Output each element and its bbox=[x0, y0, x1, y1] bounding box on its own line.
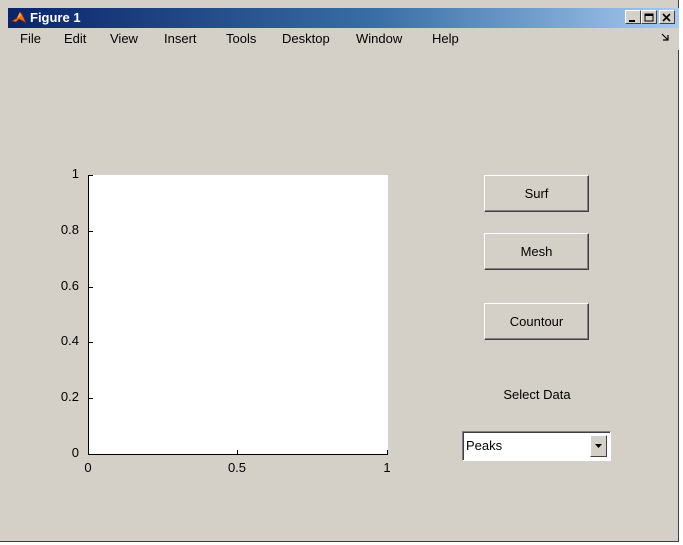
x-axis-line bbox=[88, 454, 388, 455]
title-bar[interactable]: Figure 1 bbox=[8, 8, 679, 28]
maximize-button[interactable] bbox=[641, 10, 657, 24]
x-tick-label: 1 bbox=[383, 460, 391, 475]
menu-desktop[interactable]: Desktop bbox=[282, 31, 330, 47]
y-tick-label: 1 bbox=[71, 166, 79, 181]
matlab-logo-icon bbox=[11, 11, 27, 24]
dock-arrow-icon[interactable] bbox=[661, 32, 671, 42]
menu-window[interactable]: Window bbox=[356, 31, 402, 47]
menu-help[interactable]: Help bbox=[432, 31, 459, 47]
y-tick-label: 0 bbox=[71, 445, 79, 460]
minimize-icon bbox=[629, 20, 635, 22]
select-value: Peaks bbox=[466, 438, 503, 453]
y-tick-label: 0.4 bbox=[60, 333, 79, 348]
x-tick-mark bbox=[387, 450, 388, 454]
chevron-down-icon bbox=[595, 444, 602, 448]
maximize-icon bbox=[644, 13, 654, 22]
y-tick-mark bbox=[89, 342, 93, 343]
y-tick-label: 0.2 bbox=[60, 389, 79, 404]
window-title: Figure 1 bbox=[30, 10, 81, 25]
select-data-label: Select Data bbox=[503, 387, 571, 402]
y-tick-mark bbox=[89, 398, 93, 399]
y-tick-mark bbox=[89, 175, 93, 176]
close-icon bbox=[662, 13, 671, 22]
select-dropdown-button[interactable] bbox=[590, 435, 607, 457]
menu-bar: File Edit View Insert Tools Desktop Wind… bbox=[0, 28, 679, 50]
x-tick-label: 0.5 bbox=[227, 460, 247, 475]
x-tick-label: 0 bbox=[84, 460, 92, 475]
menu-edit[interactable]: Edit bbox=[64, 31, 86, 47]
menu-file[interactable]: File bbox=[20, 31, 41, 47]
mesh-button[interactable]: Mesh bbox=[484, 233, 589, 270]
y-tick-mark bbox=[89, 287, 93, 288]
close-button[interactable] bbox=[659, 10, 675, 24]
y-tick-label: 0.6 bbox=[60, 278, 79, 293]
x-tick-mark bbox=[237, 450, 238, 454]
data-select[interactable]: Peaks bbox=[462, 431, 611, 461]
figure-window: Figure 1 File Edit View Insert Tools Des… bbox=[0, 0, 679, 542]
y-tick-label: 0.8 bbox=[60, 222, 79, 237]
menu-view[interactable]: View bbox=[110, 31, 138, 47]
menu-tools[interactable]: Tools bbox=[226, 31, 256, 47]
minimize-button[interactable] bbox=[625, 10, 641, 24]
contour-button[interactable]: Countour bbox=[484, 303, 589, 340]
plot-axes[interactable] bbox=[89, 175, 388, 454]
y-tick-mark bbox=[89, 231, 93, 232]
menu-insert[interactable]: Insert bbox=[164, 31, 197, 47]
surf-button[interactable]: Surf bbox=[484, 175, 589, 212]
y-axis-line bbox=[88, 175, 89, 455]
